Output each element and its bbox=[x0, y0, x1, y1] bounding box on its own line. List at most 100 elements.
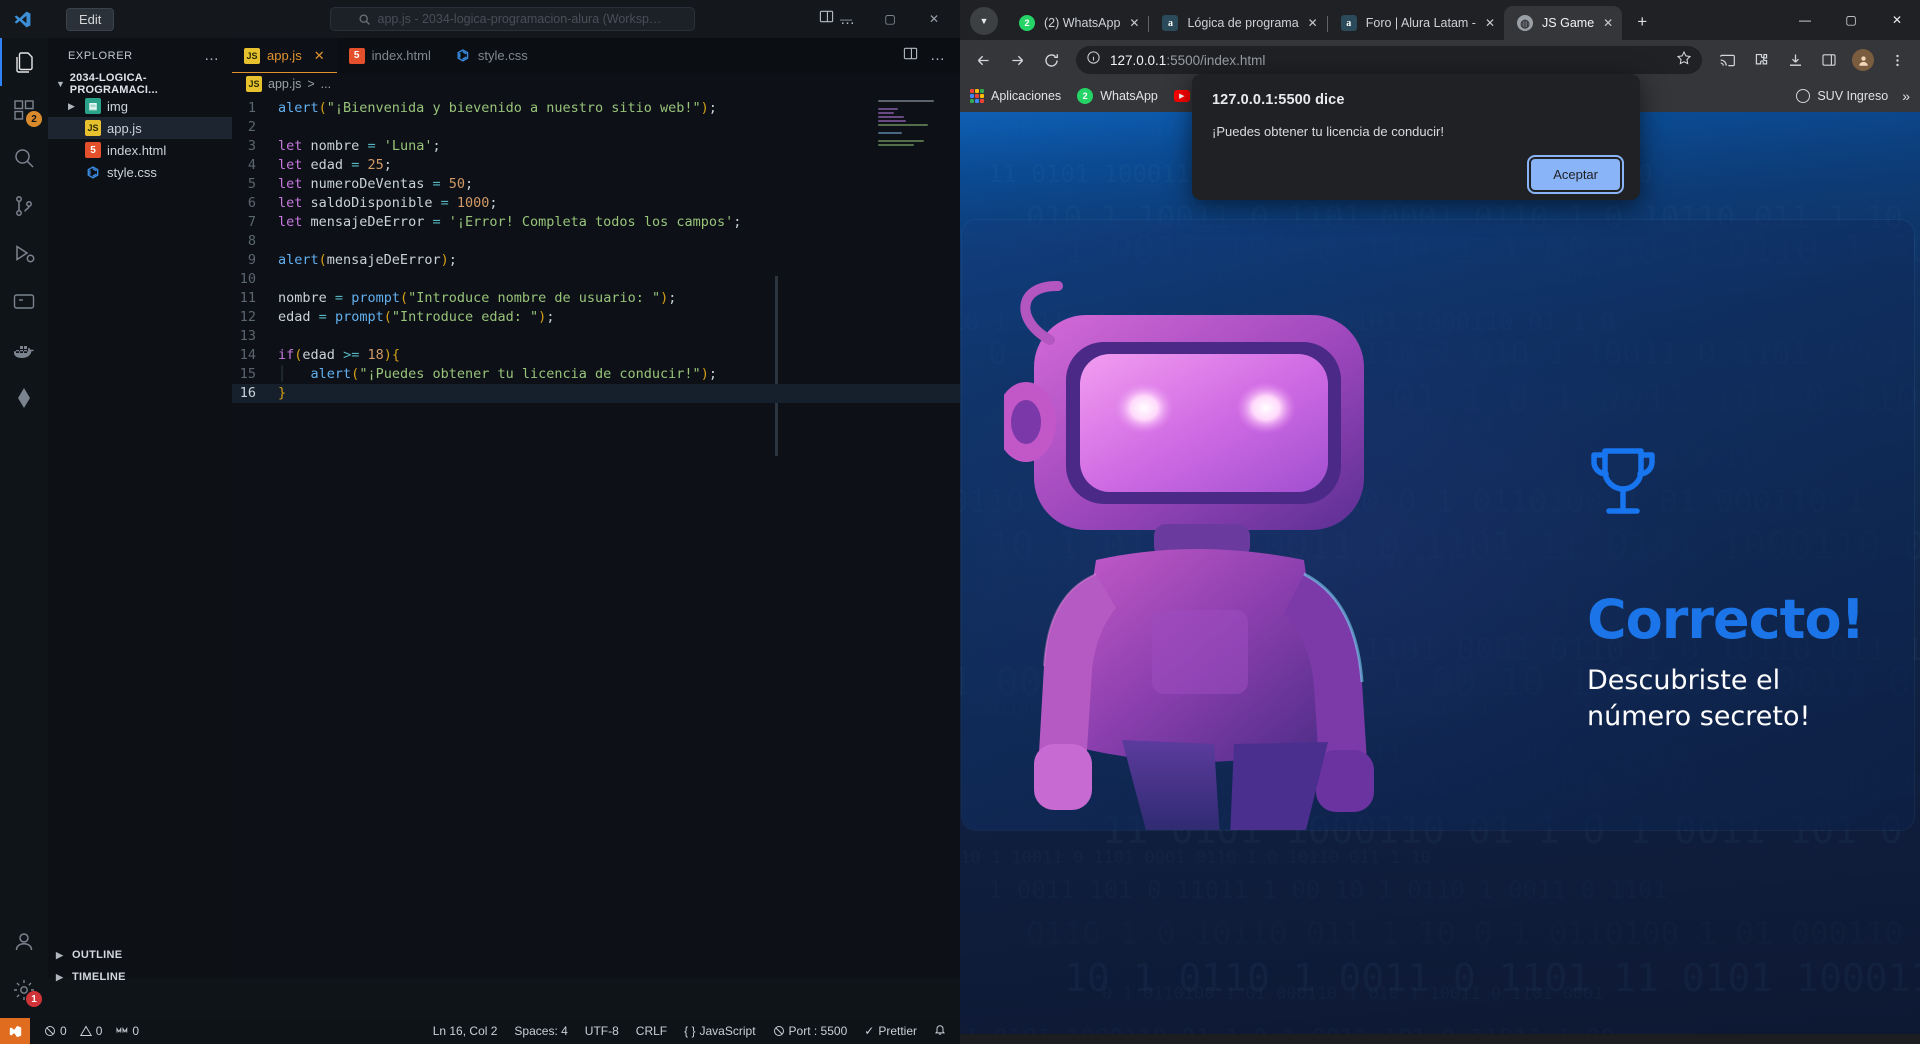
profile-avatar[interactable] bbox=[1848, 45, 1878, 75]
address-bar-url: 127.0.0.1:5500/index.html bbox=[1110, 53, 1265, 68]
dialog-accept-button[interactable]: Aceptar bbox=[1527, 155, 1624, 194]
status-warnings-count: 0 bbox=[95, 1024, 103, 1038]
chrome-minimize-button[interactable]: — bbox=[1782, 0, 1828, 40]
activity-settings[interactable]: 1 bbox=[0, 966, 48, 1014]
explorer-header: EXPLORER … bbox=[48, 38, 232, 73]
status-indentation[interactable]: Spaces: 4 bbox=[514, 1024, 567, 1038]
tree-item-img[interactable]: ▶ ▤ img bbox=[48, 95, 232, 117]
bookmarks-overflow-icon[interactable]: » bbox=[1902, 88, 1910, 104]
tab-close-icon[interactable]: ✕ bbox=[1129, 16, 1139, 30]
cast-icon[interactable] bbox=[1712, 45, 1742, 75]
code-line[interactable]: 3 let nombre = 'Luna'; bbox=[232, 137, 960, 156]
sidebar-section-timeline[interactable]: ▶ TIMELINE bbox=[48, 966, 232, 988]
status-cursor-position[interactable]: Ln 16, Col 2 bbox=[433, 1024, 498, 1038]
editor-more-icon[interactable]: … bbox=[930, 47, 946, 64]
tree-item-indexhtml[interactable]: 5 index.html bbox=[48, 139, 232, 161]
activity-explorer[interactable] bbox=[0, 38, 48, 86]
editor-tab-indexhtml[interactable]: 5 index.html bbox=[336, 38, 443, 73]
bookmark-star-icon[interactable] bbox=[1676, 50, 1692, 71]
editor-code-area[interactable]: 1 alert("¡Bienvenida y bievenido a nuestr… bbox=[232, 95, 960, 403]
code-line[interactable]: 13 bbox=[232, 327, 960, 346]
editor-breadcrumb: JS app.js > ... bbox=[232, 73, 960, 95]
js-file-icon: JS bbox=[85, 120, 101, 136]
editor-tab-appjs[interactable]: JS app.js ✕ bbox=[232, 38, 337, 73]
editor-actions: … bbox=[903, 38, 960, 73]
css-file-icon: ⌬ bbox=[86, 163, 100, 180]
explorer-more-icon[interactable]: … bbox=[204, 47, 226, 64]
code-line[interactable]: 5 let numeroDeVentas = 50; bbox=[232, 175, 960, 194]
tree-item-appjs[interactable]: JS app.js bbox=[48, 117, 232, 139]
breadcrumb-tail[interactable]: ... bbox=[321, 77, 331, 91]
tab-search-chevron-icon[interactable]: ▼ bbox=[970, 7, 998, 35]
new-tab-button[interactable]: + bbox=[1628, 8, 1656, 36]
code-line[interactable]: 6 let saldoDisponible = 1000; bbox=[232, 194, 960, 213]
status-language-mode[interactable]: { } JavaScript bbox=[684, 1024, 755, 1038]
status-prettier[interactable]: ✓ Prettier bbox=[864, 1024, 917, 1038]
js-file-icon: JS bbox=[246, 76, 262, 92]
reload-button-icon[interactable] bbox=[1036, 45, 1066, 75]
browser-tab-logica[interactable]: a Lógica de programa ✕ bbox=[1149, 6, 1326, 40]
code-line[interactable]: 2 bbox=[232, 118, 960, 137]
side-panel-icon[interactable] bbox=[1814, 45, 1844, 75]
activity-extensions[interactable]: 2 bbox=[0, 86, 48, 134]
vscode-maximize-button[interactable]: ▢ bbox=[868, 0, 912, 38]
vscode-minimize-button[interactable]: — bbox=[824, 0, 868, 38]
status-eol[interactable]: CRLF bbox=[636, 1024, 667, 1038]
info-circle-icon[interactable] bbox=[1086, 50, 1101, 70]
code-line[interactable]: 15 │ alert("¡Puedes obtener tu licencia d… bbox=[232, 365, 960, 384]
tab-close-icon[interactable]: ✕ bbox=[1603, 16, 1613, 30]
chrome-menu-icon[interactable] bbox=[1882, 45, 1912, 75]
remote-window-button[interactable] bbox=[0, 1018, 30, 1044]
activity-liveshare[interactable] bbox=[0, 374, 48, 422]
alura-icon: a bbox=[1340, 15, 1357, 31]
chevron-right-icon: ▶ bbox=[56, 949, 64, 960]
browser-tab-foro[interactable]: a Foro | Alura Latam - ✕ bbox=[1328, 6, 1504, 40]
browser-tab-whatsapp[interactable]: 2 (2) WhatsApp ✕ bbox=[1006, 6, 1148, 40]
status-warnings[interactable]: 0 bbox=[79, 1024, 103, 1038]
split-editor-icon[interactable] bbox=[903, 46, 918, 66]
code-line[interactable]: 1 alert("¡Bienvenida y bievenido a nuestr… bbox=[232, 99, 960, 118]
sidebar-section-outline[interactable]: ▶ OUTLINE bbox=[48, 944, 232, 966]
extensions-puzzle-icon[interactable] bbox=[1746, 45, 1776, 75]
activity-search[interactable] bbox=[0, 134, 48, 182]
breadcrumb-file[interactable]: app.js bbox=[268, 77, 301, 91]
code-line[interactable]: 9 alert(mensajeDeError); bbox=[232, 251, 960, 270]
menu-edit[interactable]: Edit bbox=[66, 7, 115, 31]
code-line[interactable]: 7 let mensajeDeError = '¡Error! Completa … bbox=[232, 213, 960, 232]
activity-docker[interactable] bbox=[0, 326, 48, 374]
tab-close-icon[interactable]: ✕ bbox=[314, 48, 325, 64]
code-line[interactable]: 11 nombre = prompt("Introduce nombre de u… bbox=[232, 289, 960, 308]
status-live-server[interactable]: Port : 5500 bbox=[773, 1024, 847, 1038]
editor-tab-stylecss[interactable]: ⌬ style.css bbox=[442, 38, 540, 73]
code-line[interactable]: 12 edad = prompt("Introduce edad: "); bbox=[232, 308, 960, 327]
bookmark-whatsapp[interactable]: 2 WhatsApp bbox=[1077, 88, 1158, 104]
back-button-icon[interactable] bbox=[968, 45, 998, 75]
code-line[interactable]: 14 if(edad >= 18){ bbox=[232, 346, 960, 365]
tab-close-icon[interactable]: ✕ bbox=[1485, 16, 1495, 30]
code-line[interactable]: 16} bbox=[232, 384, 960, 403]
code-line[interactable]: 8 bbox=[232, 232, 960, 251]
explorer-project-root[interactable]: ▼ 2034-LOGICA-PROGRAMACI... bbox=[48, 72, 232, 96]
status-ports[interactable]: 0 bbox=[115, 1024, 139, 1038]
downloads-icon[interactable] bbox=[1780, 45, 1810, 75]
activity-accounts[interactable] bbox=[0, 918, 48, 966]
activity-remote-explorer[interactable] bbox=[0, 278, 48, 326]
notifications-bell-icon[interactable] bbox=[934, 1023, 946, 1039]
activity-run-debug[interactable] bbox=[0, 230, 48, 278]
vscode-search-bar[interactable]: app.js - 2034-logica-programacion-alura … bbox=[330, 7, 695, 31]
code-line[interactable]: 10 bbox=[232, 270, 960, 289]
status-encoding[interactable]: UTF-8 bbox=[585, 1024, 619, 1038]
address-bar[interactable]: 127.0.0.1:5500/index.html bbox=[1076, 46, 1702, 74]
chrome-maximize-button[interactable]: ▢ bbox=[1828, 0, 1874, 40]
tree-item-stylecss[interactable]: ⌬ style.css bbox=[48, 161, 232, 183]
bookmark-suv-ingreso[interactable]: SUV Ingreso bbox=[1796, 89, 1888, 103]
status-errors[interactable]: 0 bbox=[44, 1024, 67, 1038]
activity-source-control[interactable] bbox=[0, 182, 48, 230]
chrome-close-button[interactable]: ✕ bbox=[1874, 0, 1920, 40]
forward-button-icon[interactable] bbox=[1002, 45, 1032, 75]
vscode-close-button[interactable]: ✕ bbox=[912, 0, 956, 38]
code-line[interactable]: 4 let edad = 25; bbox=[232, 156, 960, 175]
browser-tab-jsgame[interactable]: ◍ JS Game ✕ bbox=[1504, 6, 1623, 40]
bookmark-aplicaciones[interactable]: Aplicaciones bbox=[970, 89, 1061, 103]
tab-close-icon[interactable]: ✕ bbox=[1308, 16, 1318, 30]
